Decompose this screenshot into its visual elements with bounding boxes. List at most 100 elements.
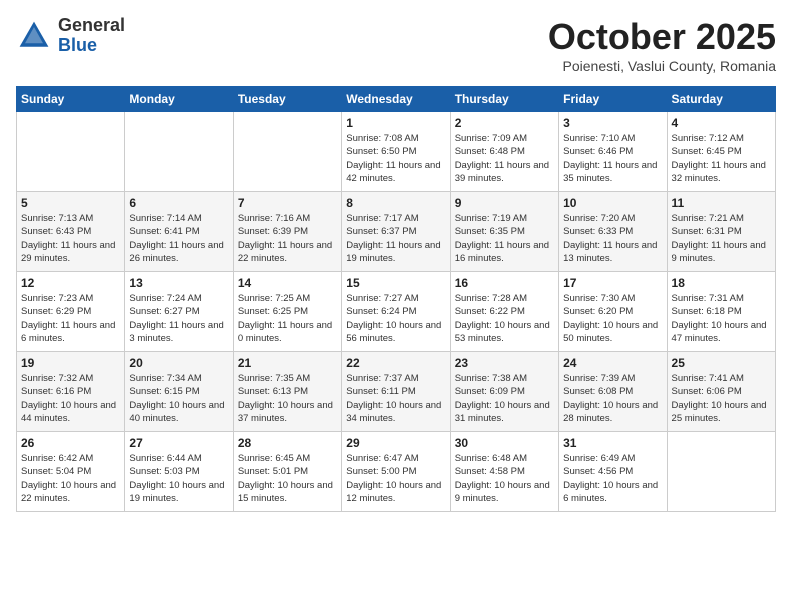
calendar-cell: 16Sunrise: 7:28 AM Sunset: 6:22 PM Dayli… bbox=[450, 272, 558, 352]
day-number: 4 bbox=[672, 116, 771, 130]
calendar-week-row: 5 Sunrise: 7:13 AM Sunset: 6:43 PM Daylig… bbox=[17, 192, 776, 272]
day-info: Sunrise: 7:16 AM Sunset: 6:39 PM Dayligh… bbox=[238, 212, 337, 265]
day-number: 25 bbox=[672, 356, 771, 370]
calendar-cell: 27Sunrise: 6:44 AM Sunset: 5:03 PM Dayli… bbox=[125, 432, 233, 512]
day-info: Sunrise: 6:45 AM Sunset: 5:01 PM Dayligh… bbox=[238, 452, 337, 505]
day-info: Sunrise: 7:20 AM Sunset: 6:33 PM Dayligh… bbox=[563, 212, 662, 265]
day-info: Sunrise: 7:27 AM Sunset: 6:24 PM Dayligh… bbox=[346, 292, 445, 345]
day-number: 2 bbox=[455, 116, 554, 130]
location: Poienesti, Vaslui County, Romania bbox=[548, 58, 776, 74]
day-info: Sunrise: 7:41 AM Sunset: 6:06 PM Dayligh… bbox=[672, 372, 771, 425]
day-info: Sunrise: 6:47 AM Sunset: 5:00 PM Dayligh… bbox=[346, 452, 445, 505]
page-header: General Blue October 2025 Poienesti, Vas… bbox=[16, 16, 776, 74]
header-day: Thursday bbox=[450, 87, 558, 112]
day-number: 16 bbox=[455, 276, 554, 290]
calendar-cell bbox=[125, 112, 233, 192]
calendar-cell: 3 Sunrise: 7:10 AM Sunset: 6:46 PM Daylig… bbox=[559, 112, 667, 192]
day-info: Sunrise: 7:14 AM Sunset: 6:41 PM Dayligh… bbox=[129, 212, 228, 265]
day-number: 10 bbox=[563, 196, 662, 210]
calendar-cell: 12 Sunrise: 7:23 AM Sunset: 6:29 PM Dayli… bbox=[17, 272, 125, 352]
day-number: 7 bbox=[238, 196, 337, 210]
day-info: Sunrise: 7:12 AM Sunset: 6:45 PM Dayligh… bbox=[672, 132, 771, 185]
header-day: Monday bbox=[125, 87, 233, 112]
calendar-cell: 22Sunrise: 7:37 AM Sunset: 6:11 PM Dayli… bbox=[342, 352, 450, 432]
day-info: Sunrise: 6:49 AM Sunset: 4:56 PM Dayligh… bbox=[563, 452, 662, 505]
calendar-cell: 18 Sunrise: 7:31 AM Sunset: 6:18 PM Dayli… bbox=[667, 272, 775, 352]
calendar-week-row: 12 Sunrise: 7:23 AM Sunset: 6:29 PM Dayli… bbox=[17, 272, 776, 352]
day-number: 27 bbox=[129, 436, 228, 450]
day-info: Sunrise: 7:31 AM Sunset: 6:18 PM Dayligh… bbox=[672, 292, 771, 345]
calendar-cell bbox=[17, 112, 125, 192]
day-number: 28 bbox=[238, 436, 337, 450]
calendar-cell: 5 Sunrise: 7:13 AM Sunset: 6:43 PM Daylig… bbox=[17, 192, 125, 272]
day-number: 6 bbox=[129, 196, 228, 210]
day-number: 21 bbox=[238, 356, 337, 370]
day-number: 23 bbox=[455, 356, 554, 370]
day-number: 19 bbox=[21, 356, 120, 370]
calendar-cell: 25 Sunrise: 7:41 AM Sunset: 6:06 PM Dayli… bbox=[667, 352, 775, 432]
header-day: Sunday bbox=[17, 87, 125, 112]
day-number: 9 bbox=[455, 196, 554, 210]
header-row: SundayMondayTuesdayWednesdayThursdayFrid… bbox=[17, 87, 776, 112]
day-number: 31 bbox=[563, 436, 662, 450]
day-info: Sunrise: 7:39 AM Sunset: 6:08 PM Dayligh… bbox=[563, 372, 662, 425]
header-day: Saturday bbox=[667, 87, 775, 112]
day-info: Sunrise: 7:08 AM Sunset: 6:50 PM Dayligh… bbox=[346, 132, 445, 185]
calendar-cell: 7 Sunrise: 7:16 AM Sunset: 6:39 PM Daylig… bbox=[233, 192, 341, 272]
calendar-cell: 15 Sunrise: 7:27 AM Sunset: 6:24 PM Dayli… bbox=[342, 272, 450, 352]
day-info: Sunrise: 7:35 AM Sunset: 6:13 PM Dayligh… bbox=[238, 372, 337, 425]
calendar-cell bbox=[233, 112, 341, 192]
calendar-cell: 4 Sunrise: 7:12 AM Sunset: 6:45 PM Daylig… bbox=[667, 112, 775, 192]
header-day: Tuesday bbox=[233, 87, 341, 112]
calendar-cell: 29 Sunrise: 6:47 AM Sunset: 5:00 PM Dayli… bbox=[342, 432, 450, 512]
logo-blue-text: Blue bbox=[58, 36, 125, 56]
header-day: Friday bbox=[559, 87, 667, 112]
title-block: October 2025 Poienesti, Vaslui County, R… bbox=[548, 16, 776, 74]
calendar-cell: 24 Sunrise: 7:39 AM Sunset: 6:08 PM Dayli… bbox=[559, 352, 667, 432]
day-number: 3 bbox=[563, 116, 662, 130]
logo-general-text: General bbox=[58, 16, 125, 36]
day-number: 22 bbox=[346, 356, 445, 370]
day-info: Sunrise: 7:17 AM Sunset: 6:37 PM Dayligh… bbox=[346, 212, 445, 265]
calendar-cell: 11Sunrise: 7:21 AM Sunset: 6:31 PM Dayli… bbox=[667, 192, 775, 272]
calendar-week-row: 1 Sunrise: 7:08 AM Sunset: 6:50 PM Daylig… bbox=[17, 112, 776, 192]
day-number: 30 bbox=[455, 436, 554, 450]
day-number: 13 bbox=[129, 276, 228, 290]
calendar-week-row: 19 Sunrise: 7:32 AM Sunset: 6:16 PM Dayli… bbox=[17, 352, 776, 432]
header-day: Wednesday bbox=[342, 87, 450, 112]
calendar-cell: 13Sunrise: 7:24 AM Sunset: 6:27 PM Dayli… bbox=[125, 272, 233, 352]
day-number: 12 bbox=[21, 276, 120, 290]
day-info: Sunrise: 7:23 AM Sunset: 6:29 PM Dayligh… bbox=[21, 292, 120, 345]
calendar-cell: 6 Sunrise: 7:14 AM Sunset: 6:41 PM Daylig… bbox=[125, 192, 233, 272]
day-number: 5 bbox=[21, 196, 120, 210]
logo-icon bbox=[16, 18, 52, 54]
day-info: Sunrise: 7:10 AM Sunset: 6:46 PM Dayligh… bbox=[563, 132, 662, 185]
calendar-cell: 26 Sunrise: 6:42 AM Sunset: 5:04 PM Dayli… bbox=[17, 432, 125, 512]
calendar-cell: 23Sunrise: 7:38 AM Sunset: 6:09 PM Dayli… bbox=[450, 352, 558, 432]
day-number: 24 bbox=[563, 356, 662, 370]
calendar-cell: 30Sunrise: 6:48 AM Sunset: 4:58 PM Dayli… bbox=[450, 432, 558, 512]
calendar-cell: 21 Sunrise: 7:35 AM Sunset: 6:13 PM Dayli… bbox=[233, 352, 341, 432]
day-info: Sunrise: 6:42 AM Sunset: 5:04 PM Dayligh… bbox=[21, 452, 120, 505]
calendar-cell: 8 Sunrise: 7:17 AM Sunset: 6:37 PM Daylig… bbox=[342, 192, 450, 272]
day-number: 29 bbox=[346, 436, 445, 450]
day-number: 26 bbox=[21, 436, 120, 450]
day-info: Sunrise: 7:09 AM Sunset: 6:48 PM Dayligh… bbox=[455, 132, 554, 185]
month-title: October 2025 bbox=[548, 16, 776, 58]
day-number: 8 bbox=[346, 196, 445, 210]
day-info: Sunrise: 7:30 AM Sunset: 6:20 PM Dayligh… bbox=[563, 292, 662, 345]
calendar-cell: 9Sunrise: 7:19 AM Sunset: 6:35 PM Daylig… bbox=[450, 192, 558, 272]
calendar-cell: 20Sunrise: 7:34 AM Sunset: 6:15 PM Dayli… bbox=[125, 352, 233, 432]
day-info: Sunrise: 7:34 AM Sunset: 6:15 PM Dayligh… bbox=[129, 372, 228, 425]
calendar-cell: 31 Sunrise: 6:49 AM Sunset: 4:56 PM Dayli… bbox=[559, 432, 667, 512]
day-info: Sunrise: 7:13 AM Sunset: 6:43 PM Dayligh… bbox=[21, 212, 120, 265]
day-number: 1 bbox=[346, 116, 445, 130]
day-number: 15 bbox=[346, 276, 445, 290]
calendar-cell: 10 Sunrise: 7:20 AM Sunset: 6:33 PM Dayli… bbox=[559, 192, 667, 272]
day-info: Sunrise: 7:32 AM Sunset: 6:16 PM Dayligh… bbox=[21, 372, 120, 425]
calendar-cell: 2 Sunrise: 7:09 AM Sunset: 6:48 PM Daylig… bbox=[450, 112, 558, 192]
calendar-cell: 28 Sunrise: 6:45 AM Sunset: 5:01 PM Dayli… bbox=[233, 432, 341, 512]
calendar-cell: 19 Sunrise: 7:32 AM Sunset: 6:16 PM Dayli… bbox=[17, 352, 125, 432]
day-number: 18 bbox=[672, 276, 771, 290]
day-number: 14 bbox=[238, 276, 337, 290]
